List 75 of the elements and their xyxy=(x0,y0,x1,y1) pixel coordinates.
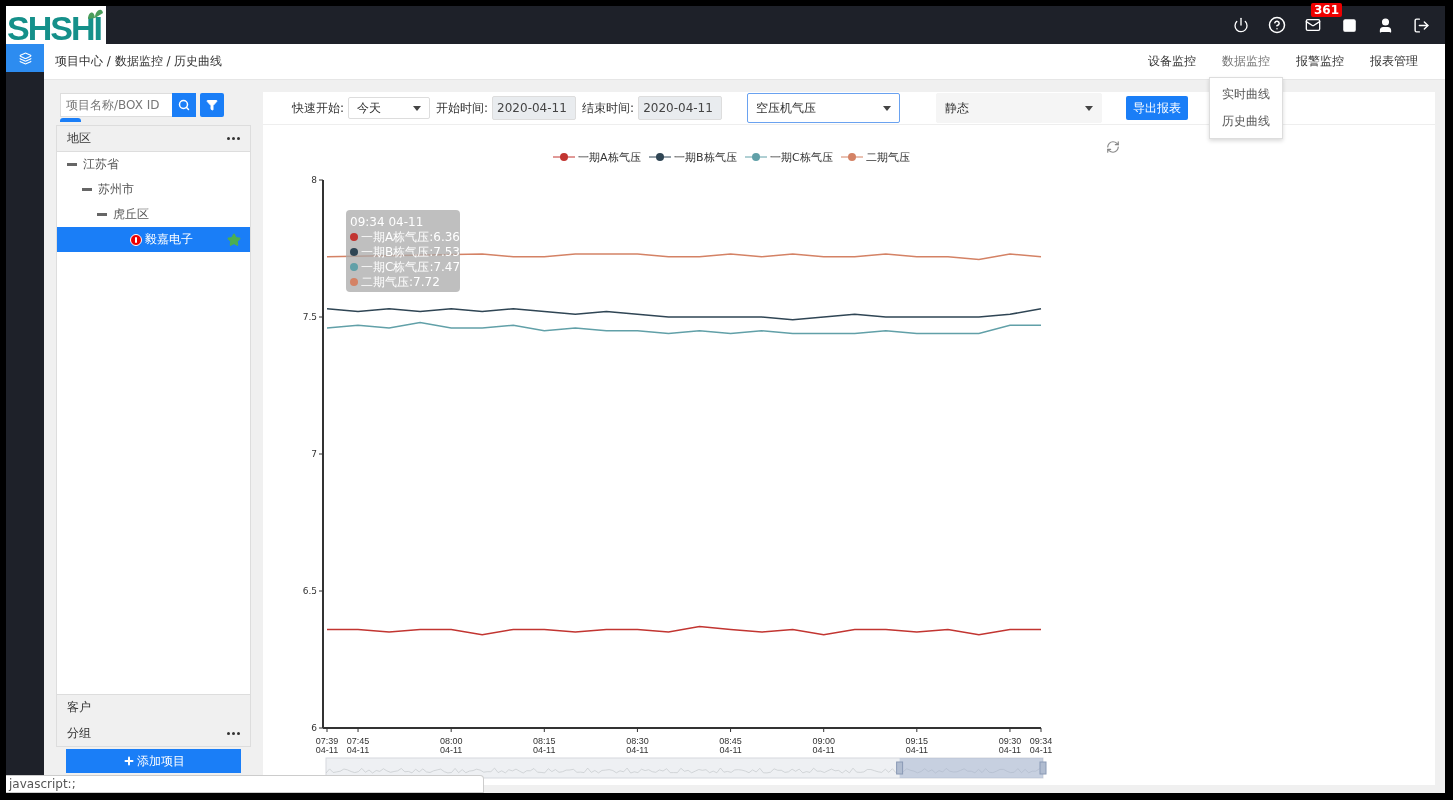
caret-icon xyxy=(1085,105,1094,111)
filter-button[interactable] xyxy=(200,93,224,117)
layers-button[interactable] xyxy=(6,44,44,72)
metric-select[interactable]: 空压机气压 xyxy=(747,93,901,123)
tree-label: 苏州市 xyxy=(98,181,134,198)
field-label: 结束时间: xyxy=(582,99,635,117)
breadcrumb: 项目中心 / 数据监控 / 历史曲线 xyxy=(55,53,223,70)
search-button[interactable] xyxy=(172,93,196,117)
nav-tab[interactable]: 报表管理 xyxy=(1357,53,1431,70)
notification-badge: 361 xyxy=(1311,3,1343,17)
nav-tab[interactable]: 报警监控 xyxy=(1283,53,1357,70)
y-tick-label: 7 xyxy=(311,449,317,459)
tooltip-title: 09:34 04-11 xyxy=(350,215,424,229)
refresh-icon[interactable] xyxy=(1107,141,1119,153)
logout-icon[interactable] xyxy=(1412,16,1430,34)
status-bar: javascript:; xyxy=(6,775,484,793)
tab-indicator xyxy=(60,118,81,122)
section-label: 客户 xyxy=(67,699,91,716)
filter-icon xyxy=(206,99,218,111)
caret-icon xyxy=(413,105,422,111)
range-handle[interactable] xyxy=(896,761,904,775)
tree-label: 江苏省 xyxy=(83,156,119,173)
layers-icon xyxy=(18,51,32,65)
tree-label: 毅嘉电子 xyxy=(145,231,193,248)
x-tick-label: 08:30 04-11 xyxy=(626,736,649,755)
section-header[interactable]: 客户 xyxy=(57,694,250,720)
x-tick-label: 09:34 04-11 xyxy=(1029,736,1053,755)
add-project-button[interactable]: 添加项目 xyxy=(66,749,241,773)
legend-label[interactable]: 一期A栋气压 xyxy=(578,151,641,164)
y-tick-label: 8 xyxy=(311,175,317,185)
logo: SHSHI xyxy=(6,6,106,44)
section-label: 地区 xyxy=(67,130,91,147)
x-tick-label: 08:00 04-11 xyxy=(439,736,463,755)
export-button[interactable]: 导出报表 xyxy=(1126,96,1189,120)
x-tick-label: 09:00 04-11 xyxy=(812,736,835,755)
section-header[interactable]: 分组 xyxy=(57,720,250,746)
section-header[interactable]: 地区 xyxy=(57,126,250,152)
legend-label[interactable]: 二期气压 xyxy=(866,151,910,164)
field-label: 开始时间: xyxy=(436,99,489,117)
tree-item[interactable]: 毅嘉电子 xyxy=(57,227,250,252)
more-icon[interactable] xyxy=(227,731,240,735)
menu-item[interactable]: 历史曲线 xyxy=(1210,108,1282,135)
tree-item[interactable]: 苏州市 xyxy=(57,177,250,202)
mail-icon[interactable] xyxy=(1305,17,1321,33)
search-icon xyxy=(178,99,190,111)
y-tick-label: 6.5 xyxy=(302,586,317,596)
nav-tab[interactable]: 设备监控 xyxy=(1135,53,1209,70)
tree-item[interactable]: 江苏省 xyxy=(57,152,250,177)
tree-item[interactable]: 虎丘区 xyxy=(57,202,250,227)
search-field[interactable]: 项目名称/BOX ID xyxy=(60,93,172,117)
x-tick-label: 08:45 04-11 xyxy=(719,736,742,755)
x-tick-label: 08:15 04-11 xyxy=(533,736,556,755)
legend-label[interactable]: 一期B栋气压 xyxy=(674,151,737,164)
caret-icon xyxy=(883,105,892,111)
tree-label: 虎丘区 xyxy=(113,206,149,223)
field-label: 快速开始: xyxy=(292,99,345,117)
fullscreen-icon[interactable] xyxy=(1341,17,1357,33)
x-tick-label: 07:45 04-11 xyxy=(346,736,370,755)
x-tick-label: 07:39 04-11 xyxy=(315,736,339,755)
mode-select[interactable]: 静态 xyxy=(936,93,1103,123)
menu-item[interactable]: 实时曲线 xyxy=(1210,81,1282,108)
plus-icon xyxy=(122,755,135,767)
x-tick-label: 09:30 04-11 xyxy=(998,736,1022,755)
more-icon[interactable] xyxy=(227,137,240,140)
x-tick-label: 09:15 04-11 xyxy=(905,736,929,755)
range-handle[interactable] xyxy=(1039,761,1047,775)
star-icon[interactable] xyxy=(227,232,241,247)
quick-start-select[interactable]: 今天 xyxy=(348,97,431,119)
y-tick-label: 7.5 xyxy=(302,312,317,322)
power-icon[interactable] xyxy=(1233,17,1249,33)
section-label: 分组 xyxy=(67,724,91,742)
y-tick-label: 6 xyxy=(311,723,317,733)
range-track[interactable] xyxy=(325,757,1044,779)
legend-label[interactable]: 一期C栋气压 xyxy=(770,151,833,164)
help-icon[interactable] xyxy=(1268,16,1286,34)
